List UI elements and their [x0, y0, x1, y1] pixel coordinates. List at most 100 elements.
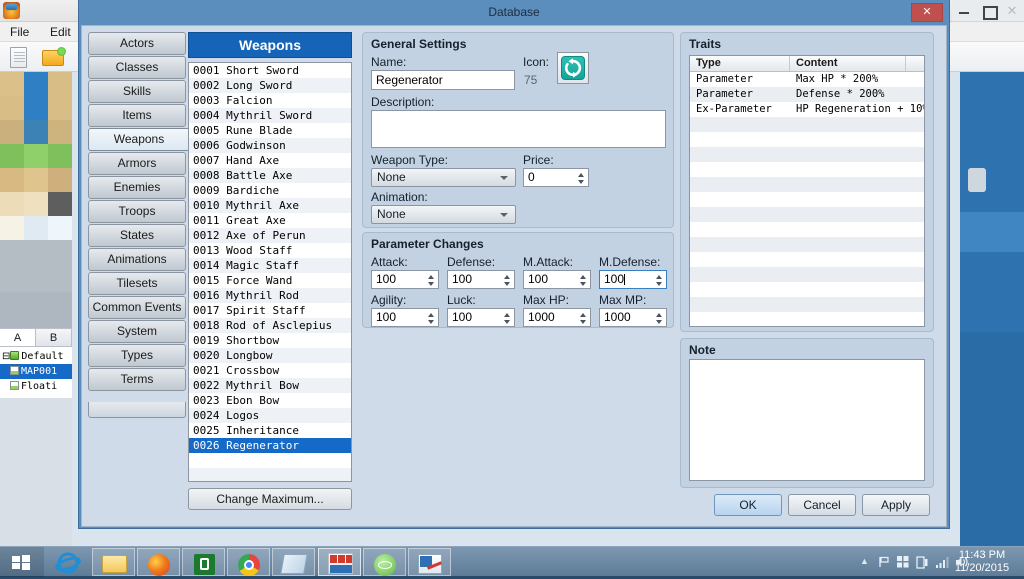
- traits-empty-row[interactable]: [690, 132, 924, 147]
- tab-armors[interactable]: Armors: [88, 152, 186, 175]
- mattack-input[interactable]: 100: [523, 270, 591, 289]
- mattack-stepper[interactable]: [579, 273, 588, 288]
- start-button[interactable]: [0, 547, 44, 577]
- weapon-list-item[interactable]: 0012 Axe of Perun: [189, 228, 351, 243]
- defense-stepper[interactable]: [503, 273, 512, 288]
- weapon-list-item[interactable]: 0001 Short Sword: [189, 63, 351, 78]
- tile-cell[interactable]: [0, 216, 24, 240]
- tile-cell[interactable]: [0, 168, 24, 192]
- ok-button[interactable]: OK: [714, 494, 782, 516]
- weapon-list-item[interactable]: 0009 Bardiche: [189, 183, 351, 198]
- weapon-list-item[interactable]: 0011 Great Axe: [189, 213, 351, 228]
- traits-empty-row[interactable]: [690, 162, 924, 177]
- weapon-list-item[interactable]: 0008 Battle Axe: [189, 168, 351, 183]
- tile-cell[interactable]: [24, 216, 48, 240]
- weapon-list-item[interactable]: 0024 Logos: [189, 408, 351, 423]
- luck-input[interactable]: 100: [447, 308, 515, 327]
- weapon-list-item[interactable]: 0005 Rune Blade: [189, 123, 351, 138]
- internet-explorer-icon[interactable]: [46, 548, 89, 576]
- price-input[interactable]: 0: [523, 168, 589, 187]
- weapon-list-item[interactable]: 0022 Mythril Bow: [189, 378, 351, 393]
- weapon-list-item[interactable]: 0017 Spirit Staff: [189, 303, 351, 318]
- atom-icon[interactable]: [363, 548, 406, 576]
- minimize-icon[interactable]: [952, 0, 976, 22]
- tab-system[interactable]: System: [88, 320, 186, 343]
- menu-file[interactable]: File: [4, 24, 35, 40]
- store-icon[interactable]: [182, 548, 225, 576]
- tab-states[interactable]: States: [88, 224, 186, 247]
- maximize-icon[interactable]: [976, 0, 1000, 22]
- traits-row[interactable]: ParameterMax HP * 200%: [690, 72, 924, 87]
- maxhp-input[interactable]: 1000: [523, 308, 591, 327]
- tile-cell[interactable]: [48, 120, 72, 144]
- dialog-close-button[interactable]: ✕: [911, 3, 943, 22]
- defense-input[interactable]: 100: [447, 270, 515, 289]
- weapon-list-item[interactable]: 0016 Mythril Rod: [189, 288, 351, 303]
- tile-cell[interactable]: [48, 192, 72, 216]
- price-stepper[interactable]: [577, 171, 586, 186]
- traits-row[interactable]: Ex-ParameterHP Regeneration + 10%: [690, 102, 924, 117]
- dialog-titlebar[interactable]: Database ✕: [79, 0, 949, 25]
- traits-empty-row[interactable]: [690, 117, 924, 132]
- tab-enemies[interactable]: Enemies: [88, 176, 186, 199]
- traits-empty-row[interactable]: [690, 297, 924, 312]
- device-icon[interactable]: [916, 556, 928, 572]
- tile-cell[interactable]: [0, 96, 24, 120]
- tab-common-events[interactable]: Common Events: [88, 296, 186, 319]
- traits-empty-row[interactable]: [690, 237, 924, 252]
- firefox-icon[interactable]: [137, 548, 180, 576]
- notepad-icon[interactable]: [272, 548, 315, 576]
- weapon-type-select[interactable]: None: [371, 168, 516, 187]
- tile-cell[interactable]: [0, 72, 24, 96]
- tab-tilesets[interactable]: Tilesets: [88, 272, 186, 295]
- flag-icon[interactable]: [878, 556, 890, 571]
- tab-animations[interactable]: Animations: [88, 248, 186, 271]
- tile-cell[interactable]: [48, 168, 72, 192]
- tileset-tab-b[interactable]: B: [36, 329, 72, 347]
- weapon-list-item[interactable]: 0002 Long Sword: [189, 78, 351, 93]
- tab-skills[interactable]: Skills: [88, 80, 186, 103]
- traits-empty-row[interactable]: [690, 222, 924, 237]
- traits-empty-row[interactable]: [690, 177, 924, 192]
- name-input[interactable]: Regenerator: [371, 70, 515, 90]
- weapon-list-item[interactable]: 0019 Shortbow: [189, 333, 351, 348]
- tab-terms[interactable]: Terms: [88, 368, 186, 391]
- traits-empty-row[interactable]: [690, 252, 924, 267]
- map-tree[interactable]: ⊟Default MAP001 Floati: [0, 346, 72, 398]
- apply-button[interactable]: Apply: [862, 494, 930, 516]
- agility-stepper[interactable]: [427, 311, 436, 326]
- weapon-list-item[interactable]: 0023 Ebon Bow: [189, 393, 351, 408]
- tile-cell[interactable]: [24, 72, 48, 96]
- tile-cell[interactable]: [24, 120, 48, 144]
- open-project-icon[interactable]: [42, 50, 64, 66]
- traits-empty-row[interactable]: [690, 147, 924, 162]
- tile-cell[interactable]: [24, 192, 48, 216]
- tile-cell[interactable]: [0, 192, 24, 216]
- maxmp-input[interactable]: 1000: [599, 308, 667, 327]
- traits-row[interactable]: ParameterDefense * 200%: [690, 87, 924, 102]
- traits-empty-row[interactable]: [690, 207, 924, 222]
- mdefense-input[interactable]: 100: [599, 270, 667, 289]
- file-explorer-icon[interactable]: [92, 548, 135, 576]
- tile-cell[interactable]: [24, 96, 48, 120]
- tree-item-floating[interactable]: Floati: [0, 379, 72, 394]
- tab-actors[interactable]: Actors: [88, 32, 186, 55]
- traits-empty-row[interactable]: [690, 282, 924, 297]
- tree-item-default[interactable]: ⊟Default: [0, 349, 72, 364]
- traits-empty-row[interactable]: [690, 312, 924, 327]
- tab-weapons[interactable]: Weapons: [88, 128, 190, 151]
- weapon-list-item[interactable]: 0013 Wood Staff: [189, 243, 351, 258]
- map-editor-view[interactable]: [960, 72, 1024, 546]
- tile-cell[interactable]: [48, 216, 72, 240]
- attack-input[interactable]: 100: [371, 270, 439, 289]
- chrome-icon[interactable]: [227, 548, 270, 576]
- traits-table[interactable]: Type Content ParameterMax HP * 200%Param…: [689, 55, 925, 327]
- attack-stepper[interactable]: [427, 273, 436, 288]
- traits-empty-row[interactable]: [690, 267, 924, 282]
- weapon-list-item[interactable]: 0006 Godwinson: [189, 138, 351, 153]
- tileset-palette[interactable]: [0, 72, 72, 328]
- weapon-list-item[interactable]: 0025 Inheritance: [189, 423, 351, 438]
- agility-input[interactable]: 100: [371, 308, 439, 327]
- tab-items[interactable]: Items: [88, 104, 186, 127]
- weapon-list-item[interactable]: 0021 Crossbow: [189, 363, 351, 378]
